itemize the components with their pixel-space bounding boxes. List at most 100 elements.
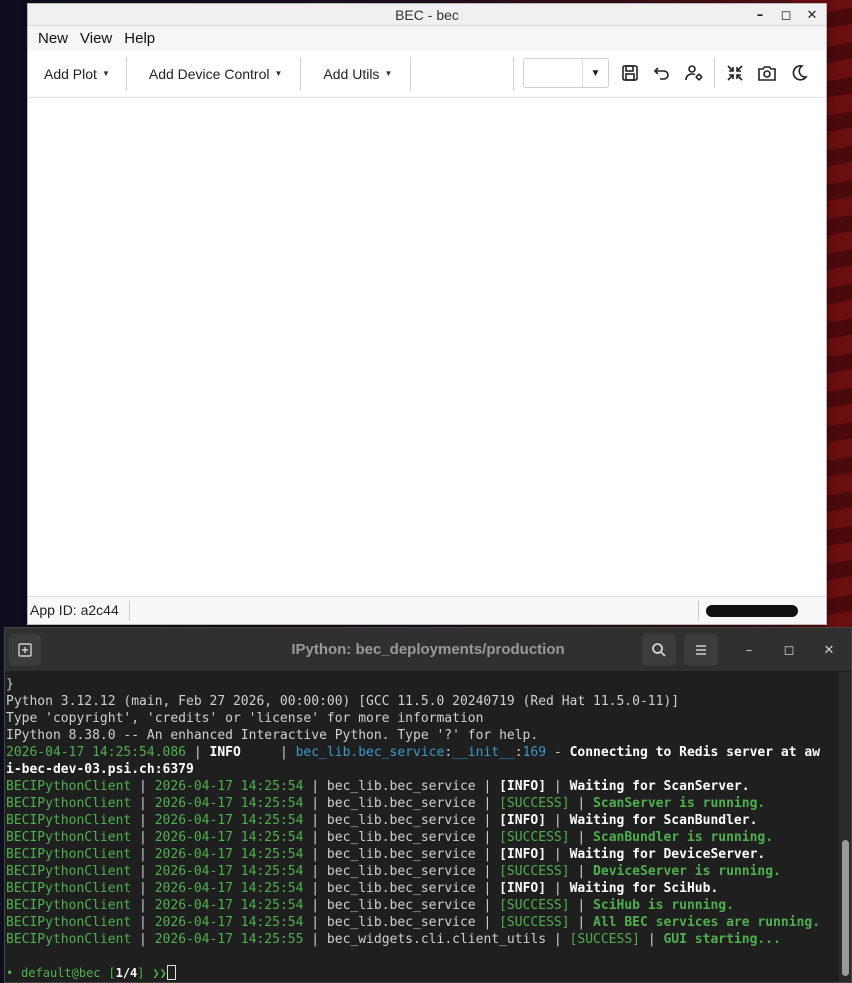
add-plot-label: Add Plot	[44, 65, 97, 82]
terminal-text: [INFO]	[499, 847, 547, 862]
terminal-text: |	[131, 864, 155, 879]
toolbar-divider	[714, 58, 715, 88]
terminal-line: BECIPythonClient | 2026-04-17 14:25:54 |…	[6, 863, 839, 880]
terminal-text: BECIPythonClient	[6, 796, 132, 811]
terminal-text: | bec_lib.bec_service |	[303, 813, 500, 828]
terminal-text: :	[444, 745, 453, 760]
terminal-text: i-bec-dev-03.psi.ch:6379	[6, 762, 194, 777]
terminal-text: | bec_lib.bec_service |	[303, 898, 500, 913]
terminal-text: |	[546, 779, 570, 794]
hamburger-menu-icon[interactable]	[684, 634, 718, 666]
terminal-line: i-bec-dev-03.psi.ch:6379	[6, 761, 839, 778]
terminal-line: 2026-04-17 14:25:54.086 | INFO | bec_lib…	[6, 744, 839, 761]
terminal-text: __init__	[452, 745, 515, 760]
terminal-output[interactable]: } Python 3.12.12 (main, Feb 27 2026, 00:0…	[5, 672, 839, 982]
add-utils-button[interactable]: Add Utils ▼	[301, 50, 410, 97]
menu-help[interactable]: Help	[118, 30, 161, 47]
prompt-bullet: •	[6, 966, 14, 980]
terminal-line: BECIPythonClient | 2026-04-17 14:25:54 |…	[6, 812, 839, 829]
terminal-text: |	[569, 796, 594, 811]
terminal-text: All BEC services are running.	[593, 915, 821, 930]
terminal-text: |	[186, 745, 210, 760]
terminal-text: IPython 8.38.0 -- An enhanced Interactiv…	[6, 728, 539, 743]
prompt-bracket_open: [	[108, 966, 116, 980]
terminal-close-button[interactable]: ✕	[819, 640, 839, 660]
terminal-text: |	[131, 915, 155, 930]
terminal-text: -	[546, 745, 570, 760]
terminal-text: | bec_widgets.cli.client_utils |	[303, 932, 570, 947]
terminal-text: [SUCCESS]	[499, 830, 570, 845]
terminal-text: | bec_lib.bec_service |	[303, 881, 500, 896]
chevron-down-icon[interactable]: ▼	[582, 59, 608, 87]
terminal-text: |	[569, 864, 594, 879]
terminal-text: BECIPythonClient	[6, 830, 132, 845]
terminal-text: |	[569, 915, 594, 930]
terminal-text: }	[6, 677, 14, 692]
dock-area	[28, 100, 826, 597]
bec-titlebar[interactable]: BEC - bec – ◻ ✕	[28, 4, 826, 26]
toolbar-divider	[513, 57, 514, 91]
terminal-text: |	[272, 745, 296, 760]
terminal-line: BECIPythonClient | 2026-04-17 14:25:54 |…	[6, 914, 839, 931]
terminal-line: BECIPythonClient | 2026-04-17 14:25:54 |…	[6, 778, 839, 795]
maximize-button[interactable]: ◻	[776, 5, 796, 25]
prompt-bracket_close: ]	[137, 966, 145, 980]
caret-down-icon: ▼	[101, 69, 110, 78]
terminal-text: |	[131, 932, 155, 947]
menu-new[interactable]: New	[32, 30, 74, 47]
add-device-control-button[interactable]: Add Device Control ▼	[127, 50, 301, 97]
add-plot-button[interactable]: Add Plot ▼	[28, 50, 126, 97]
terminal-maximize-button[interactable]: ◻	[779, 640, 799, 660]
terminal-text: |	[640, 932, 664, 947]
toolbar: Add Plot ▼ Add Device Control ▼ Add Util…	[28, 50, 826, 98]
terminal-headerbar[interactable]: IPython: bec_deployments/production – ◻ …	[5, 628, 851, 672]
save-icon[interactable]	[614, 57, 646, 89]
terminal-text: |	[569, 830, 594, 845]
terminal-line: BECIPythonClient | 2026-04-17 14:25:54 |…	[6, 829, 839, 846]
screenshot-icon[interactable]	[751, 57, 783, 89]
terminal-text: | bec_lib.bec_service |	[303, 915, 500, 930]
terminal-text: |	[131, 847, 155, 862]
statusbar: App ID: a2c44	[28, 596, 826, 624]
terminal-text: Connecting to Redis server at aw	[569, 745, 821, 760]
terminal-text: INFO	[209, 745, 273, 760]
terminal-text: ScanBundler is running.	[593, 830, 774, 845]
terminal-line: }	[6, 676, 839, 693]
menubar: New View Help	[28, 26, 826, 50]
terminal-line: Python 3.12.12 (main, Feb 27 2026, 00:00…	[6, 693, 839, 710]
profile-combobox[interactable]: ▼	[523, 58, 609, 88]
search-icon[interactable]	[642, 634, 676, 666]
close-button[interactable]: ✕	[802, 5, 822, 25]
terminal-line: BECIPythonClient | 2026-04-17 14:25:55 |…	[6, 931, 839, 948]
terminal-line: BECIPythonClient | 2026-04-17 14:25:54 |…	[6, 880, 839, 897]
dark-mode-icon[interactable]	[783, 57, 815, 89]
terminal-text: 2026-04-17 14:25:54	[154, 830, 304, 845]
terminal-scrollbar[interactable]	[842, 840, 849, 976]
terminal-text: BECIPythonClient	[6, 847, 132, 862]
terminal-text: Waiting for DeviceServer.	[569, 847, 766, 862]
collapse-icon[interactable]	[719, 57, 751, 89]
terminal-text: | bec_lib.bec_service |	[303, 864, 500, 879]
user-settings-icon[interactable]	[678, 57, 710, 89]
menu-view[interactable]: View	[74, 30, 118, 47]
terminal-text: [SUCCESS]	[569, 932, 640, 947]
bec-window: BEC - bec – ◻ ✕ New View Help Add Plot ▼…	[27, 3, 827, 625]
terminal-text: Python 3.12.12 (main, Feb 27 2026, 00:00…	[6, 694, 680, 709]
text-cursor	[166, 965, 176, 980]
window-controls: – ◻ ✕	[750, 5, 822, 25]
terminal-text: |	[131, 779, 155, 794]
terminal-title: IPython: bec_deployments/production	[291, 641, 565, 658]
terminal-line: BECIPythonClient | 2026-04-17 14:25:54 |…	[6, 846, 839, 863]
terminal-text: DeviceServer is running.	[593, 864, 781, 879]
undo-icon[interactable]	[646, 57, 678, 89]
terminal-minimize-button[interactable]: –	[739, 640, 759, 660]
app-id-label: App ID: a2c44	[30, 602, 119, 618]
terminal-text: |	[546, 847, 570, 862]
terminal-text: |	[131, 881, 155, 896]
terminal-text: |	[131, 813, 155, 828]
minimize-button[interactable]: –	[750, 5, 770, 25]
caret-down-icon: ▼	[274, 69, 283, 78]
terminal-text: BECIPythonClient	[6, 881, 132, 896]
terminal-prompt[interactable]: • default@bec [1/4] ❯❯	[6, 965, 839, 982]
status-divider	[698, 601, 699, 621]
